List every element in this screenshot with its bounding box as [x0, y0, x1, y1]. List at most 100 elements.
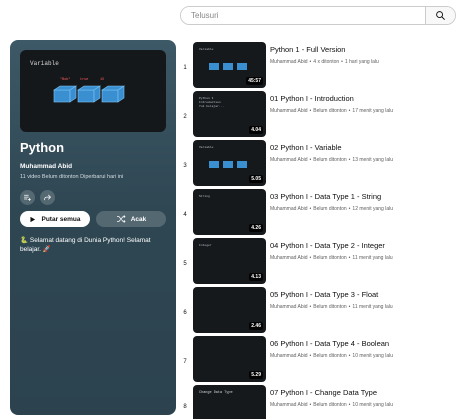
thumbnail-title: Variable [30, 60, 59, 67]
boxes-illustration [209, 63, 247, 70]
video-channel[interactable]: Muhammad Abid [270, 353, 308, 359]
list-item[interactable]: 6 2.46 05 Python I - Data Type 3 - Float… [180, 287, 474, 343]
video-channel[interactable]: Muhammad Abid [270, 255, 308, 261]
video-duration: 4.13 [249, 273, 263, 281]
video-meta: Muhammad Abid • Belum ditonton • 10 menit ya… [270, 353, 394, 359]
video-duration: 2.46 [249, 322, 263, 330]
video-age: 12 menit yang lalu [352, 206, 394, 212]
playlist-panel: Variable "Bob" true 15 Python Muhammad A… [10, 40, 176, 415]
video-views: Belum ditonton [313, 206, 347, 212]
boxes-illustration [209, 161, 247, 168]
video-channel[interactable]: Muhammad Abid [270, 402, 308, 408]
video-index: 8 [183, 404, 187, 410]
video-age: 11 menit yang lalu [352, 304, 393, 310]
video-index: 7 [183, 359, 187, 365]
video-age: 11 menit yang lalu [352, 255, 393, 261]
video-duration: 4.26 [249, 224, 263, 232]
video-views: Belum ditonton [313, 157, 347, 163]
thumbnail-text: String [199, 195, 210, 198]
video-views: Belum ditonton [313, 304, 347, 310]
play-icon [30, 216, 36, 222]
video-title[interactable]: Python 1 - Full Version [270, 45, 345, 54]
video-thumbnail[interactable]: Variable 45:57 [193, 42, 266, 88]
video-duration: 5.29 [249, 371, 263, 379]
video-channel[interactable]: Muhammad Abid [270, 304, 308, 310]
video-index: 2 [183, 114, 187, 120]
thumbnail-label: true [80, 78, 89, 82]
video-views: Belum ditonton [313, 108, 347, 114]
play-all-button[interactable]: Putar semua [20, 211, 90, 227]
video-meta: Muhammad Abid • Belum ditonton • 10 menit ya… [270, 402, 394, 408]
video-index: 3 [183, 163, 187, 169]
boxes-illustration [53, 85, 125, 103]
video-age: 17 menit yang lalu [352, 108, 394, 114]
list-item[interactable]: 7 5.29 06 Python I - Data Type 4 - Boole… [180, 336, 474, 392]
video-meta: Muhammad Abid • 4 x ditonton • 1 hari yang l… [270, 59, 379, 65]
list-item[interactable]: 5 Integer 4.13 04 Python I - Data Type 2… [180, 238, 474, 294]
video-title[interactable]: 07 Python I - Change Data Type [270, 388, 377, 397]
video-thumbnail[interactable]: String 4.26 [193, 189, 266, 235]
video-thumbnail[interactable]: Integer 4.13 [193, 238, 266, 284]
video-thumbnail[interactable]: Python I Introduction Yuk belajar... 4.0… [193, 91, 266, 137]
thumbnail-text: Python I Introduction Yuk belajar... [199, 97, 225, 108]
video-index: 6 [183, 310, 187, 316]
video-meta: Muhammad Abid • Belum ditonton • 17 menit ya… [270, 108, 394, 114]
playlist-meta: 11 video Belum ditonton Diperbarui hari … [20, 174, 124, 180]
thumbnail-text: Integer [199, 244, 212, 247]
top-bar [0, 0, 474, 34]
video-age: 13 menit yang lalu [352, 157, 394, 163]
video-index: 1 [183, 65, 187, 71]
shuffle-button[interactable]: Acak [96, 211, 166, 227]
playlist-thumbnail[interactable]: Variable "Bob" true 15 [20, 50, 166, 132]
video-title[interactable]: 04 Python I - Data Type 2 - Integer [270, 241, 385, 250]
video-age: 10 menit yang lalu [352, 402, 394, 408]
video-age: 10 menit yang lalu [352, 353, 394, 359]
add-to-playlist-button[interactable] [20, 190, 35, 205]
thumbnail-label: "Bob" [60, 78, 71, 82]
video-index: 5 [183, 261, 187, 267]
video-duration: 5.05 [249, 175, 263, 183]
video-title[interactable]: 05 Python I - Data Type 3 - Float [270, 290, 378, 299]
search-button[interactable] [425, 7, 455, 24]
thumbnail-label: 15 [100, 78, 105, 82]
video-duration: 4.04 [249, 126, 263, 134]
video-meta: Muhammad Abid • Belum ditonton • 11 menit ya… [270, 304, 393, 310]
video-index: 4 [183, 212, 187, 218]
video-channel[interactable]: Muhammad Abid [270, 108, 308, 114]
share-icon [44, 194, 52, 201]
video-thumbnail[interactable]: 2.46 [193, 287, 266, 333]
video-views: Belum ditonton [313, 353, 347, 359]
video-duration: 45:57 [246, 77, 263, 85]
list-item[interactable]: 3 Variable 5.05 02 Python I - Variable M… [180, 140, 474, 196]
video-age: 1 hari yang lalu [344, 59, 379, 65]
playlist-owner[interactable]: Muhammad Abid [20, 163, 72, 170]
thumbnail-text: Variable [199, 146, 214, 149]
video-channel[interactable]: Muhammad Abid [270, 59, 308, 65]
video-thumbnail[interactable]: Variable 5.05 [193, 140, 266, 186]
video-meta: Muhammad Abid • Belum ditonton • 12 menit ya… [270, 206, 394, 212]
play-all-label: Putar semua [41, 215, 81, 223]
video-views: 4 x ditonton [313, 59, 340, 65]
list-item[interactable]: 1 Variable 45:57 Python 1 - Full Version… [180, 42, 474, 98]
list-item[interactable]: 8 Change Data Type 07 Python I - Change … [180, 385, 474, 419]
share-button[interactable] [40, 190, 55, 205]
video-views: Belum ditonton [313, 402, 347, 408]
video-channel[interactable]: Muhammad Abid [270, 206, 308, 212]
video-title[interactable]: 06 Python I - Data Type 4 - Boolean [270, 339, 389, 348]
video-title[interactable]: 03 Python I - Data Type 1 - String [270, 192, 381, 201]
video-title[interactable]: 02 Python I - Variable [270, 143, 342, 152]
shuffle-icon [116, 215, 126, 223]
video-views: Belum ditonton [313, 255, 347, 261]
list-item[interactable]: 4 String 4.26 03 Python I - Data Type 1 … [180, 189, 474, 245]
search-box [180, 6, 456, 25]
search-icon [436, 11, 445, 20]
playlist-title: Python [20, 140, 65, 155]
video-thumbnail[interactable]: Change Data Type [193, 385, 266, 419]
search-input[interactable] [181, 7, 425, 24]
list-item[interactable]: 2 Python I Introduction Yuk belajar... 4… [180, 91, 474, 147]
playlist-description: 🐍 Selamat datang di Dunia Python! Selama… [20, 237, 151, 253]
playlist-add-icon [24, 194, 31, 201]
video-thumbnail[interactable]: 5.29 [193, 336, 266, 382]
video-channel[interactable]: Muhammad Abid [270, 157, 308, 163]
video-title[interactable]: 01 Python I - Introduction [270, 94, 354, 103]
